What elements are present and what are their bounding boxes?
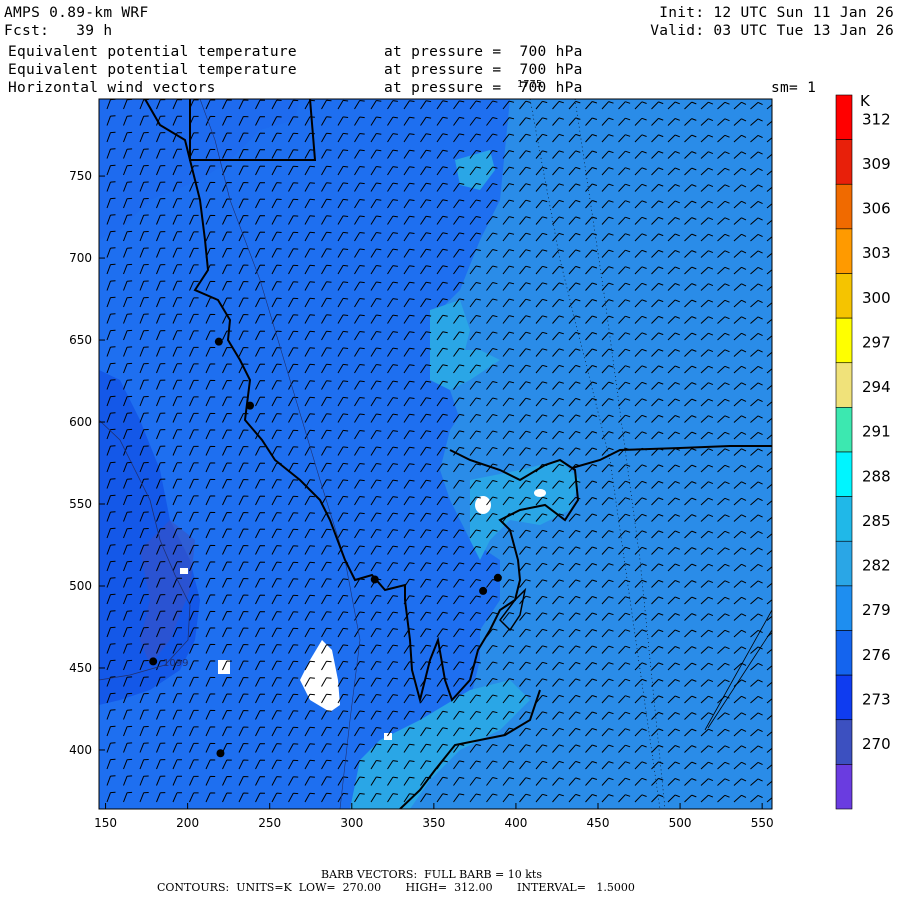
nodata-patch-6 bbox=[384, 733, 392, 740]
colorbar-label: 270 bbox=[862, 735, 891, 753]
colorbar-label: 294 bbox=[862, 378, 891, 396]
map-plot-area: 1099 bbox=[99, 99, 772, 809]
station-dot bbox=[370, 575, 379, 584]
colorbar-label: 273 bbox=[862, 690, 891, 708]
y-tick-label: 750 bbox=[69, 169, 92, 183]
colorbar-swatch bbox=[835, 407, 853, 453]
colorbar-label: 297 bbox=[862, 333, 891, 351]
colorbar-label: 300 bbox=[862, 289, 891, 307]
x-tick-label: 300 bbox=[340, 816, 363, 830]
colorbar-label: 288 bbox=[862, 467, 891, 485]
footer-barbs: BARB VECTORS: FULL BARB = 10 kts bbox=[321, 868, 542, 881]
colorbar-swatch bbox=[835, 317, 853, 364]
x-tick-label: 250 bbox=[258, 816, 281, 830]
colorbar-swatch bbox=[835, 273, 853, 319]
colorbar-swatch bbox=[835, 540, 853, 587]
x-tick-label: 400 bbox=[504, 816, 527, 830]
colorbar-swatch bbox=[835, 183, 853, 230]
y-tick-label: 700 bbox=[69, 251, 92, 265]
map-figure: 1099 150 200 250 300 350 400 450 500 550 400 450 5… bbox=[69, 92, 891, 830]
colorbar-unit: K bbox=[860, 92, 871, 110]
station-dot bbox=[479, 586, 488, 595]
colorbar-swatch bbox=[835, 362, 853, 408]
nodata-patch-2 bbox=[475, 496, 491, 514]
colorbar-label: 306 bbox=[862, 200, 891, 218]
colorbar-swatch bbox=[835, 451, 853, 497]
colorbar: 312 309 306 303 300 297 294 291 288 285 282 279 276 2… bbox=[835, 94, 891, 810]
y-tick-label: 600 bbox=[69, 415, 92, 429]
y-tick-label: 450 bbox=[69, 661, 92, 675]
station-dot bbox=[214, 337, 223, 346]
colorbar-swatch bbox=[835, 228, 853, 274]
colorbar-label: 312 bbox=[862, 110, 891, 128]
colorbar-label: 309 bbox=[862, 155, 891, 173]
station-dot bbox=[149, 657, 158, 666]
x-tick-label: 200 bbox=[176, 816, 199, 830]
colorbar-label: 285 bbox=[862, 512, 891, 530]
x-tick-label: 550 bbox=[751, 816, 774, 830]
colorbar-swatch bbox=[835, 496, 853, 542]
y-tick-label: 550 bbox=[69, 497, 92, 511]
colorbar-label: 279 bbox=[862, 601, 891, 619]
colorbar-swatch bbox=[835, 585, 853, 631]
colorbar-label: 276 bbox=[862, 646, 891, 664]
colorbar-swatch bbox=[835, 719, 853, 765]
station-dot bbox=[246, 401, 255, 410]
nodata-patch-5 bbox=[180, 568, 188, 574]
y-tick-label: 400 bbox=[69, 743, 92, 757]
colorbar-label: 303 bbox=[862, 244, 891, 262]
point-label: 1099 bbox=[163, 658, 188, 669]
colorbar-label: 291 bbox=[862, 423, 891, 441]
x-tick-label: 150 bbox=[94, 816, 117, 830]
colorbar-swatch bbox=[835, 674, 853, 721]
colorbar-swatch bbox=[835, 630, 853, 676]
colorbar-label: 282 bbox=[862, 557, 891, 575]
colorbar-swatch bbox=[835, 764, 853, 810]
station-dot bbox=[216, 749, 225, 758]
colorbar-swatch bbox=[835, 139, 853, 185]
y-tick-label: 650 bbox=[69, 333, 92, 347]
x-tick-label: 350 bbox=[422, 816, 445, 830]
footer-contours: CONTOURS: UNITS=K LOW= 270.00 HIGH= 312.… bbox=[157, 881, 635, 894]
x-tick-label: 500 bbox=[669, 816, 692, 830]
x-tick-label: 450 bbox=[587, 816, 610, 830]
nodata-patch-3 bbox=[534, 489, 546, 497]
colorbar-swatch bbox=[835, 94, 853, 140]
y-tick-label: 500 bbox=[69, 579, 92, 593]
station-dot bbox=[493, 573, 502, 582]
